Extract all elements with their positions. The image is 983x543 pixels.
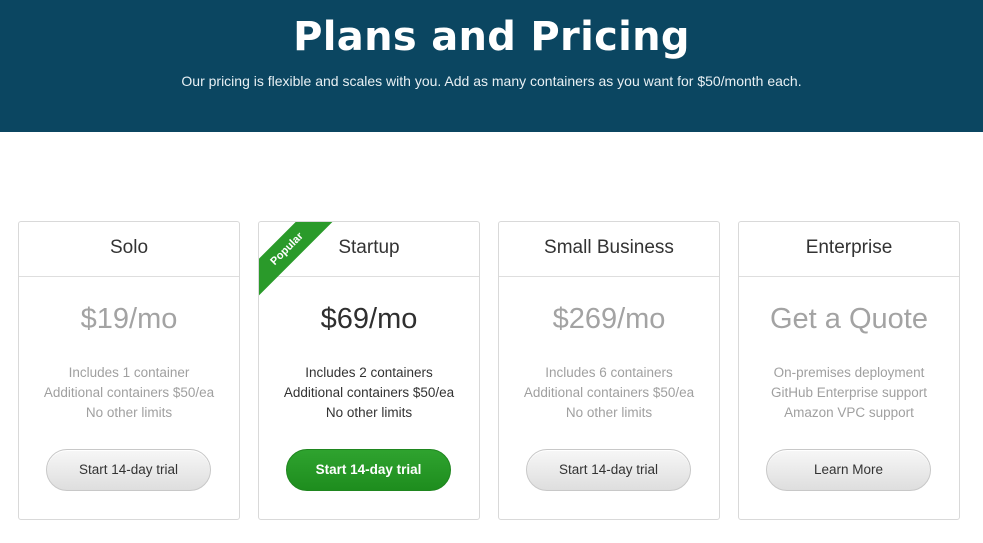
start-trial-button-solo[interactable]: Start 14-day trial (46, 449, 211, 491)
plan-feature: Additional containers $50/ea (283, 385, 455, 400)
plan-price: $269/mo (552, 303, 666, 335)
start-trial-button-small-business[interactable]: Start 14-day trial (526, 449, 691, 491)
plan-features: Includes 1 container Additional containe… (19, 363, 239, 423)
plan-card-startup: Popular Startup $69/mo Includes 2 contai… (258, 221, 480, 520)
plan-card-small-business: Small Business $269/mo Includes 6 contai… (498, 221, 720, 520)
plan-feature: No other limits (565, 405, 653, 420)
pricing-header: Plans and Pricing Our pricing is flexibl… (0, 0, 983, 132)
plan-feature: GitHub Enterprise support (770, 385, 928, 400)
start-trial-button-startup[interactable]: Start 14-day trial (286, 449, 451, 491)
learn-more-button[interactable]: Learn More (766, 449, 931, 491)
plan-feature: On-premises deployment (773, 365, 925, 380)
plan-price: $69/mo (320, 303, 418, 335)
plan-feature: Includes 1 container (68, 365, 190, 380)
page-title: Plans and Pricing (293, 14, 690, 60)
page-subtitle: Our pricing is flexible and scales with … (181, 73, 802, 89)
plan-feature: Includes 2 containers (305, 365, 433, 380)
plan-feature: No other limits (325, 405, 413, 420)
plan-card-solo: Solo $19/mo Includes 1 container Additio… (18, 221, 240, 520)
plan-name: Small Business (499, 222, 719, 277)
plan-feature: Amazon VPC support (784, 405, 914, 420)
plan-name: Enterprise (739, 222, 959, 277)
plan-features: Includes 2 containers Additional contain… (259, 363, 479, 423)
plan-feature: Additional containers $50/ea (43, 385, 215, 400)
pricing-plans: Solo $19/mo Includes 1 container Additio… (18, 221, 960, 520)
plan-features: Includes 6 containers Additional contain… (499, 363, 719, 423)
plan-card-enterprise: Enterprise Get a Quote On-premises deplo… (738, 221, 960, 520)
plan-price: $19/mo (80, 303, 178, 335)
plan-feature: Includes 6 containers (545, 365, 673, 380)
plan-feature: No other limits (85, 405, 173, 420)
plan-features: On-premises deployment GitHub Enterprise… (739, 363, 959, 423)
plan-feature: Additional containers $50/ea (523, 385, 695, 400)
plan-price: Get a Quote (770, 303, 928, 335)
plan-name: Solo (19, 222, 239, 277)
